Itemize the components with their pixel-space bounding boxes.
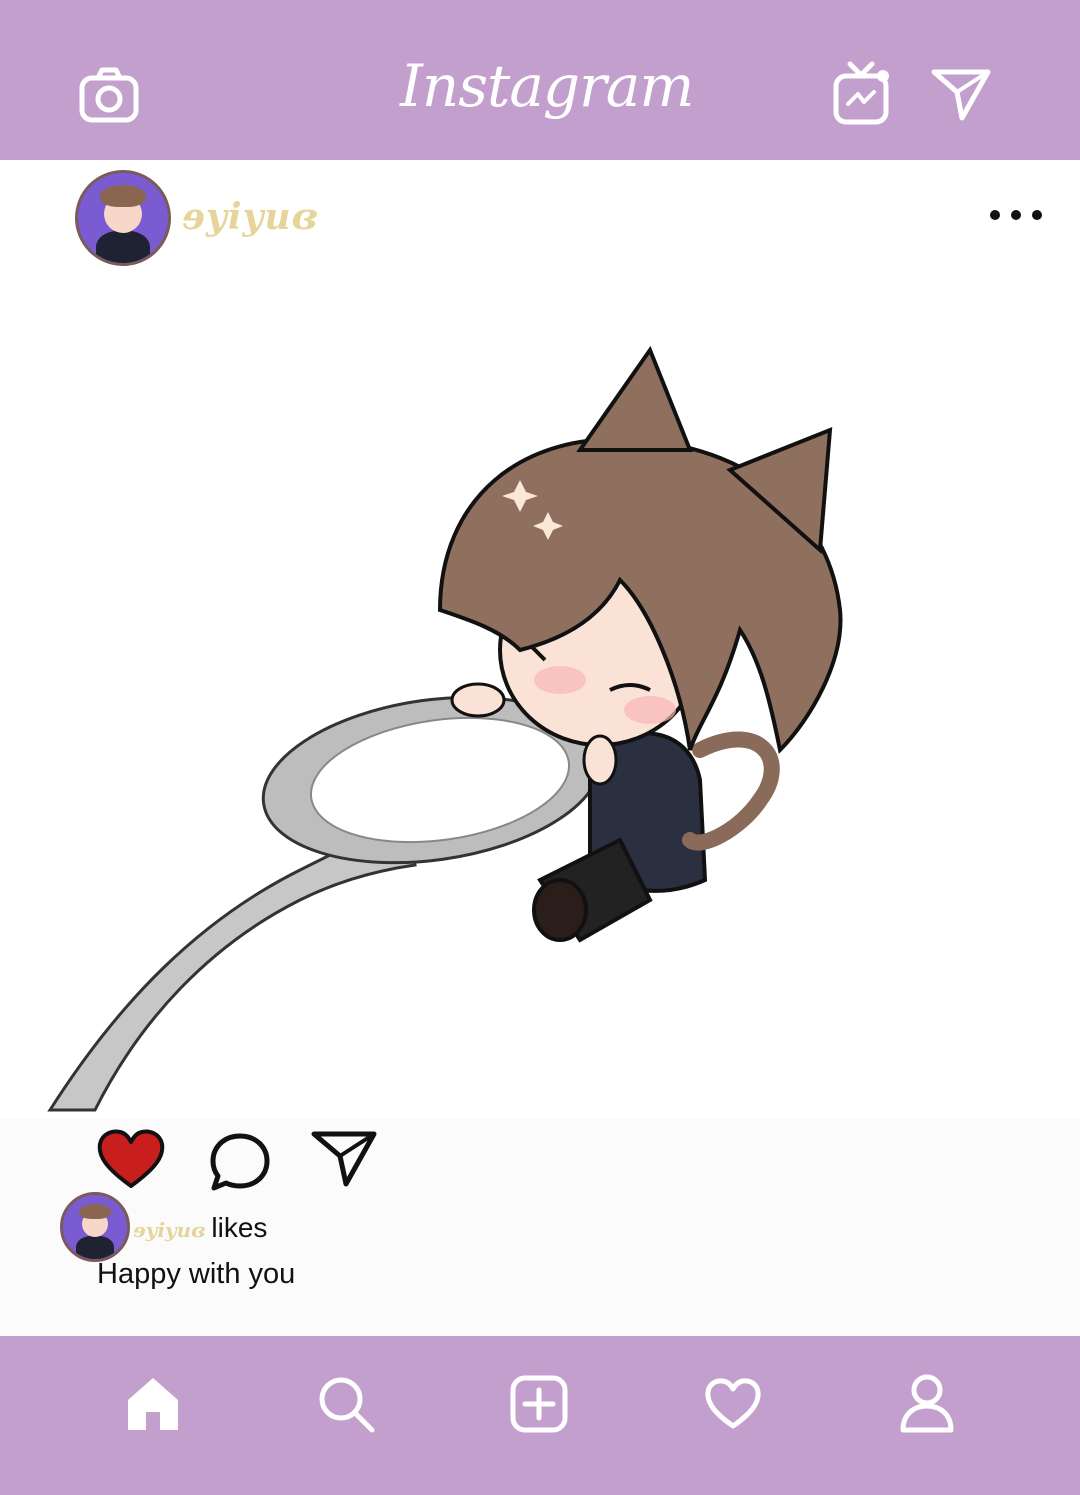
- camera-icon[interactable]: [78, 66, 140, 124]
- post-image: [47, 345, 843, 1112]
- profile-icon[interactable]: [898, 1372, 956, 1434]
- add-post-icon[interactable]: [509, 1374, 569, 1434]
- home-icon[interactable]: [124, 1374, 182, 1432]
- comment-icon[interactable]: [208, 1130, 272, 1192]
- more-options-icon[interactable]: [986, 206, 1046, 224]
- likes-avatar[interactable]: [60, 1192, 130, 1262]
- share-icon[interactable]: [310, 1130, 378, 1188]
- top-bar: Instagram: [0, 0, 1080, 160]
- heart-filled-icon[interactable]: [96, 1128, 166, 1190]
- likes-text[interactable]: ɘyiyuɞ likes: [133, 1212, 267, 1244]
- direct-message-icon[interactable]: [930, 66, 992, 124]
- app-logo: Instagram: [400, 52, 694, 120]
- igtv-icon[interactable]: [832, 60, 892, 126]
- activity-heart-icon[interactable]: [703, 1376, 763, 1432]
- post-caption: Happy with you: [97, 1258, 296, 1290]
- post-username[interactable]: ɘyiyuɞ: [182, 196, 318, 238]
- bottom-nav: [0, 1336, 1080, 1495]
- likes-suffix: likes: [211, 1212, 268, 1243]
- search-icon[interactable]: [316, 1374, 376, 1434]
- avatar[interactable]: [75, 170, 171, 266]
- likes-username[interactable]: ɘyiyuɞ: [133, 1218, 205, 1242]
